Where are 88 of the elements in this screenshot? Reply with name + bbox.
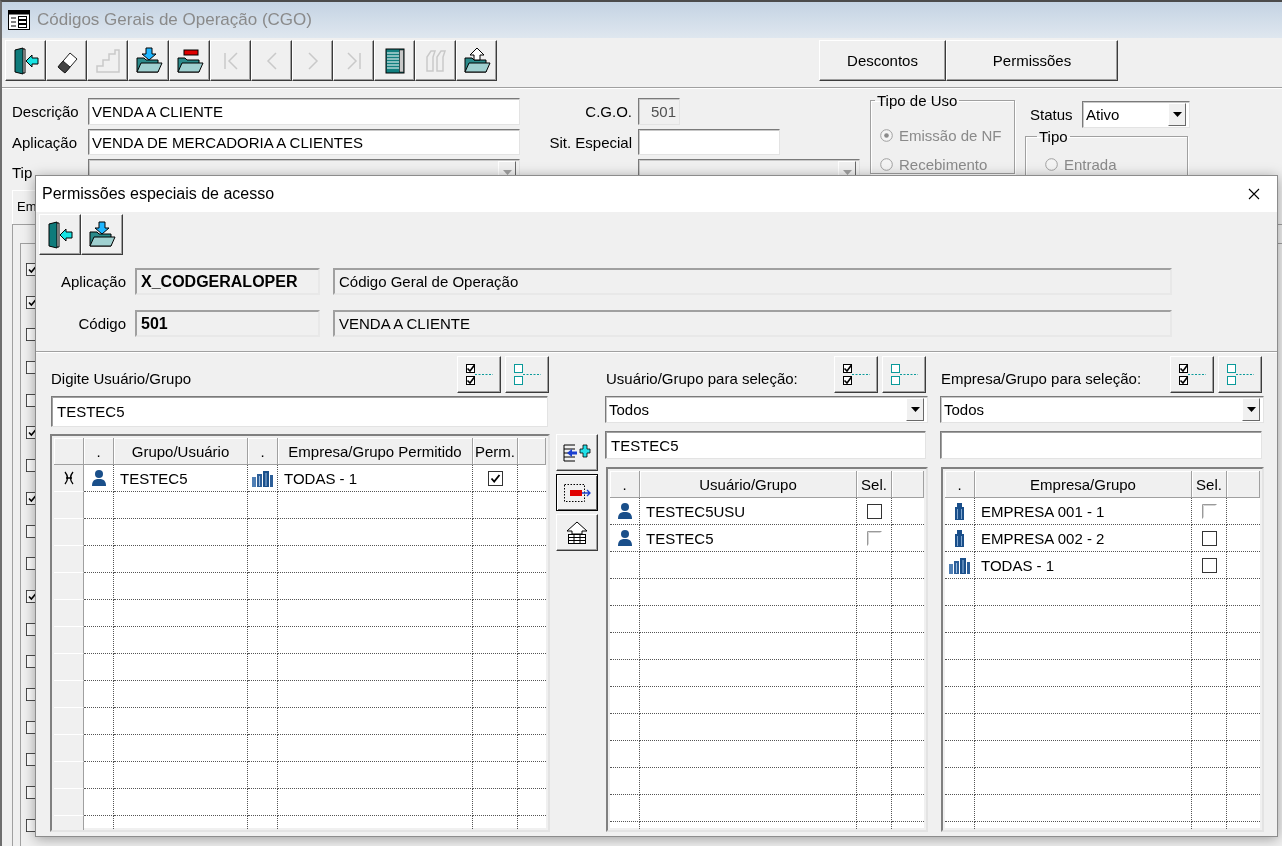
dropdown-arrow-icon [842,170,852,175]
dropdown[interactable]: Todos [605,396,928,423]
table-cell: EMPRESA 002 - 2 [975,525,1192,552]
text-field[interactable]: X_CODGERALOPER [135,268,320,295]
folder-upload-icon [462,46,491,75]
action-button[interactable]: Descontos [819,40,946,81]
dropdown-button[interactable] [906,398,924,421]
table-cell: TESTEC5USU [640,498,857,525]
table-cell: TESTEC5 [640,525,857,552]
check-all-button[interactable] [1170,356,1214,393]
check-all-icon [1177,362,1207,387]
uncheck-all-button[interactable] [1218,356,1262,393]
dropdown-arrow-icon [1172,112,1182,117]
panel-label: Empresa/Grupo para seleção: [940,369,1143,387]
field-label: Descrição [12,102,80,122]
field-label: Aplicação [12,132,79,153]
user-icon [616,502,633,520]
check-all-icon [464,362,494,387]
column-header [518,438,546,465]
dropdown-arrow-icon [1246,407,1256,412]
column-header: Sel. [1192,471,1227,498]
table-cell: TESTEC5 [114,465,248,492]
field-label: Tip [12,163,34,183]
dropdown[interactable]: Todos [940,396,1264,423]
column-header: . [248,438,278,465]
panel-label: Digite Usuário/Grupo [50,369,193,387]
column-header [1227,471,1260,498]
table-cell: TODAS - 1 [975,552,1192,579]
column-header: Sel. [857,471,892,498]
check-all-button[interactable] [834,356,878,393]
uncheck-all-button[interactable] [505,356,549,393]
field-label: C.G.O. [585,102,632,122]
user-icon [616,529,633,547]
dropdown[interactable]: Ativo [1082,101,1190,128]
folder-download-icon [88,220,116,249]
group-title: Tipo de Uso [876,92,959,109]
column-header: . [84,438,114,465]
search-field[interactable] [940,431,1262,459]
door-arrow-icon [46,220,74,249]
search-field[interactable]: TESTEC5 [51,396,548,427]
dropdown-arrow-icon [910,407,920,412]
text-field[interactable]: 501 [135,310,320,337]
text-field[interactable]: Código Geral de Operação [333,268,1172,295]
column-header: Grupo/Usuário [114,438,248,465]
close-icon [1248,188,1260,200]
window-title: Códigos Gerais de Operação (CGO) [37,10,312,30]
text-field[interactable]: VENDA A CLIENTE [333,310,1172,337]
dropdown-button[interactable] [1168,103,1186,126]
text-field[interactable]: VENDA DE MERCADORIA A CLIENTES [88,129,520,155]
group-title: Tipo [1038,128,1069,145]
panel-label: Usuário/Grupo para seleção: [605,369,799,387]
toolbar-button[interactable] [556,474,598,511]
column-header: . [945,471,975,498]
text-field[interactable] [638,129,780,155]
text-field[interactable]: VENDA A CLIENTE [88,98,520,125]
uncheck-all-icon [889,362,919,387]
dropdown-arrow-icon [502,170,512,175]
column-header: Empresa/Grupo Permitido [278,438,473,465]
field-label: Aplicação [59,273,126,290]
column-header: . [610,471,640,498]
column-header: Perm. [473,438,518,465]
folder-download-icon [134,46,163,75]
table-cell: EMPRESA 001 - 1 [975,498,1192,525]
checkbox[interactable] [1201,557,1217,573]
folder-minus-icon [175,46,204,75]
search-field[interactable]: TESTEC5 [605,431,926,459]
column-header [892,471,924,498]
uncheck-all-button[interactable] [882,356,926,393]
check-all-button[interactable] [457,356,501,393]
uncheck-all-icon [1225,362,1255,387]
field-label: Sit. Especial [549,132,632,153]
window-form-icon [8,10,30,30]
checkbox[interactable] [866,503,882,519]
column-header: Usuário/Grupo [640,471,857,498]
stairs-icon [93,46,122,75]
table-cell: TODAS - 1 [278,465,473,492]
uncheck-all-icon [512,362,542,387]
check-all-icon [841,362,871,387]
field-label: Status [1030,106,1073,123]
action-button[interactable]: Permissões [946,40,1118,81]
checkbox[interactable] [1201,530,1217,546]
checkbox[interactable] [487,470,503,486]
dropdown-button[interactable] [1242,398,1260,421]
field-label: Código [77,315,126,332]
column-header: Empresa/Grupo [975,471,1192,498]
user-icon [90,469,107,487]
dialog-title: Permissões especiais de acesso [42,185,276,203]
door-arrow-icon [11,46,40,75]
